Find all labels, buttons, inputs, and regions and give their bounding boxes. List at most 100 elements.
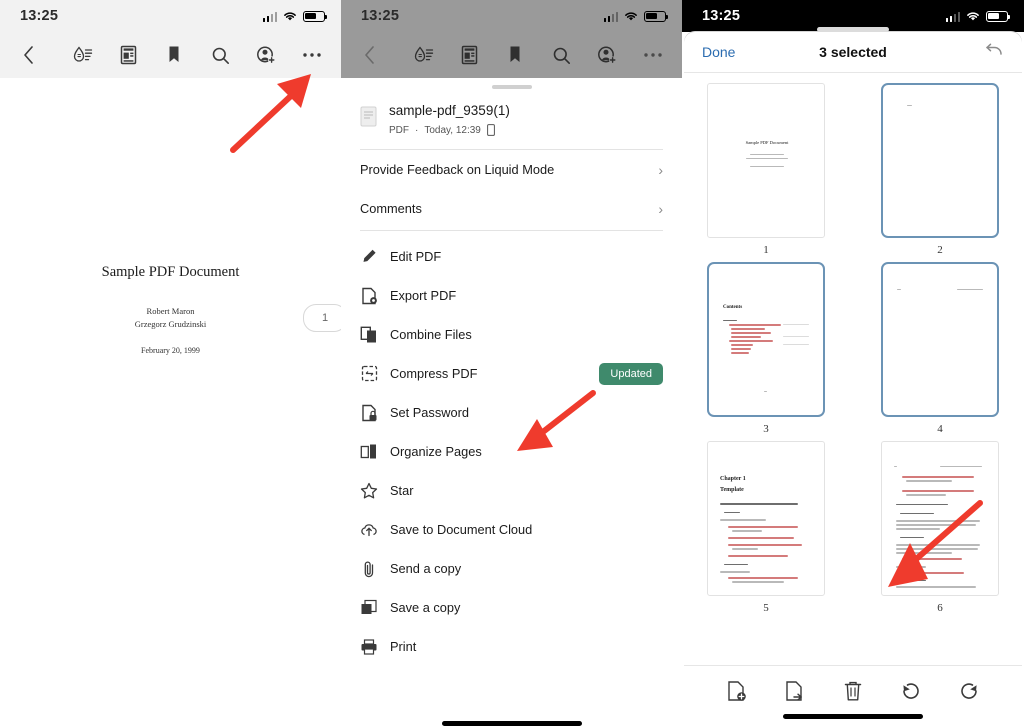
page-thumbnail-image[interactable]: Chapter 1 Template [707, 441, 825, 596]
wifi-icon [625, 12, 637, 21]
page-thumbnail-image[interactable]: Sample PDF Document [707, 83, 825, 238]
thumbnail-view-icon[interactable] [117, 44, 139, 66]
status-bar: 13:25 [0, 0, 341, 32]
page-thumbnail-image[interactable] [881, 83, 999, 238]
pdf-document-area[interactable]: 1 Sample PDF Document Robert Maron Grzeg… [0, 264, 341, 727]
thumbnail-view-icon [458, 44, 480, 66]
status-badge: Updated [599, 362, 663, 385]
combine-files-icon [360, 326, 378, 344]
menu-item-edit-pdf[interactable]: Edit PDF [341, 237, 682, 276]
three-screenshot-composite: 13:25 1 Sample PDF Document Robert Maron… [0, 0, 1024, 727]
menu-item-print[interactable]: Print [341, 627, 682, 666]
page-number-value: 1 [321, 312, 329, 324]
menu-item-set-password[interactable]: Set Password [341, 393, 682, 432]
page-thumbnail[interactable]: Chapter 1 Template 5 [698, 441, 834, 614]
share-person-icon[interactable] [255, 44, 277, 66]
lock-icon [360, 404, 378, 422]
panel-pdf-viewer: 13:25 1 Sample PDF Document Robert Maron… [0, 0, 341, 727]
menu-item-export-pdf[interactable]: Export PDF [341, 276, 682, 315]
page-thumbnail[interactable]: 2 [872, 83, 1008, 256]
nav-items: Provide Feedback on Liquid Mode › Commen… [341, 150, 682, 228]
menu-item-save-a-copy[interactable]: Save a copy [341, 588, 682, 627]
page-thumbnail-grid: Sample PDF Document 1 2 Contents 3 4 Cha… [684, 73, 1022, 620]
page-thumbnail-image[interactable] [881, 262, 999, 417]
delete-page-icon[interactable] [841, 679, 865, 703]
menu-item-label: Save to Document Cloud [390, 522, 533, 538]
menu-item-label: Send a copy [390, 561, 462, 577]
menu-item-label: Organize Pages [390, 444, 482, 460]
sheet-drag-handle[interactable] [817, 27, 889, 32]
page-number-label: 2 [937, 244, 943, 256]
file-meta: PDF · Today, 12:39 [389, 124, 510, 137]
bookmark-icon[interactable] [163, 44, 185, 66]
panel-organize-pages: 13:25 Done 3 selected Sample PDF Documen… [682, 0, 1024, 727]
nav-item-liquid-feedback[interactable]: Provide Feedback on Liquid Mode › [341, 150, 682, 189]
page-thumbnail[interactable]: 6 [872, 441, 1008, 614]
nav-item-label: Provide Feedback on Liquid Mode [360, 162, 555, 178]
bookmark-icon [504, 44, 526, 66]
file-icon [360, 106, 377, 127]
viewer-toolbar [0, 32, 341, 78]
liquid-mode-icon[interactable] [71, 44, 93, 66]
menu-item-star[interactable]: Star [341, 471, 682, 510]
options-bottom-sheet: sample-pdf_9359(1) PDF · Today, 12:39 Pr… [341, 85, 682, 727]
insert-page-icon[interactable] [725, 679, 749, 703]
thumb-title: Sample PDF Document [745, 140, 789, 145]
share-person-icon [596, 44, 618, 66]
printer-icon [360, 638, 378, 656]
page-thumbnail-image[interactable]: Contents [707, 262, 825, 417]
page-thumbnail[interactable]: 4 [872, 262, 1008, 435]
chevron-right-icon: › [658, 200, 663, 217]
menu-item-organize-pages[interactable]: Organize Pages [341, 432, 682, 471]
menu-item-label: Export PDF [390, 288, 457, 304]
cloud-upload-icon [360, 521, 378, 539]
file-info-row[interactable]: sample-pdf_9359(1) PDF · Today, 12:39 [341, 89, 682, 137]
status-time: 13:25 [20, 8, 59, 24]
search-icon [550, 44, 572, 66]
menu-item-combine-files[interactable]: Combine Files [341, 315, 682, 354]
rotate-right-icon[interactable] [957, 679, 981, 703]
menu-item-label: Edit PDF [390, 249, 442, 265]
menu-item-label: Set Password [390, 405, 469, 421]
author-2: Grzegorz Grudzinski [134, 319, 207, 330]
paperclip-icon [360, 560, 378, 578]
search-icon[interactable] [209, 44, 231, 66]
thumb-heading: Contents [723, 305, 743, 310]
file-modified: Today, 12:39 [424, 124, 481, 136]
menu-item-label: Print [390, 639, 417, 655]
page-number-label: 1 [763, 244, 769, 256]
undo-icon[interactable] [984, 42, 1004, 63]
back-button[interactable] [14, 46, 42, 64]
more-options-icon[interactable] [301, 44, 323, 66]
signal-bars-icon [945, 11, 960, 22]
file-type: PDF [389, 124, 409, 136]
page-number-label: 3 [763, 423, 769, 435]
status-time: 13:25 [361, 8, 400, 24]
page-number-label: 6 [937, 602, 943, 614]
battery-icon [986, 10, 1011, 22]
menu-item-label: Combine Files [390, 327, 472, 343]
liquid-mode-icon [412, 44, 434, 66]
panel-more-options-menu: 13:25 sample-pdf_9359(1) PDF · Today, 12… [341, 0, 682, 727]
extract-page-icon[interactable] [783, 679, 807, 703]
page-thumbnail[interactable]: Contents 3 [698, 262, 834, 435]
home-indicator [783, 714, 923, 719]
compress-pdf-icon [360, 365, 378, 383]
nav-item-label: Comments [360, 201, 422, 217]
wifi-icon [284, 12, 296, 21]
page-thumbnail[interactable]: Sample PDF Document 1 [698, 83, 834, 256]
home-indicator [441, 721, 582, 726]
done-button[interactable]: Done [702, 44, 735, 60]
menu-item-send-a-copy[interactable]: Send a copy [341, 549, 682, 588]
document-title: Sample PDF Document [101, 264, 240, 280]
menu-item-compress-pdf[interactable]: Compress PDF Updated [341, 354, 682, 393]
menu-item-save-to-document-cloud[interactable]: Save to Document Cloud [341, 510, 682, 549]
meta-separator: · [415, 124, 419, 136]
page-number-label: 4 [937, 423, 943, 435]
page-thumbnail-image[interactable] [881, 441, 999, 596]
status-bar: 13:25 [341, 0, 682, 32]
nav-item-comments[interactable]: Comments › [341, 189, 682, 228]
organize-pages-sheet: Done 3 selected Sample PDF Document 1 2 … [684, 27, 1022, 727]
chevron-right-icon: › [658, 161, 663, 178]
rotate-left-icon[interactable] [899, 679, 923, 703]
